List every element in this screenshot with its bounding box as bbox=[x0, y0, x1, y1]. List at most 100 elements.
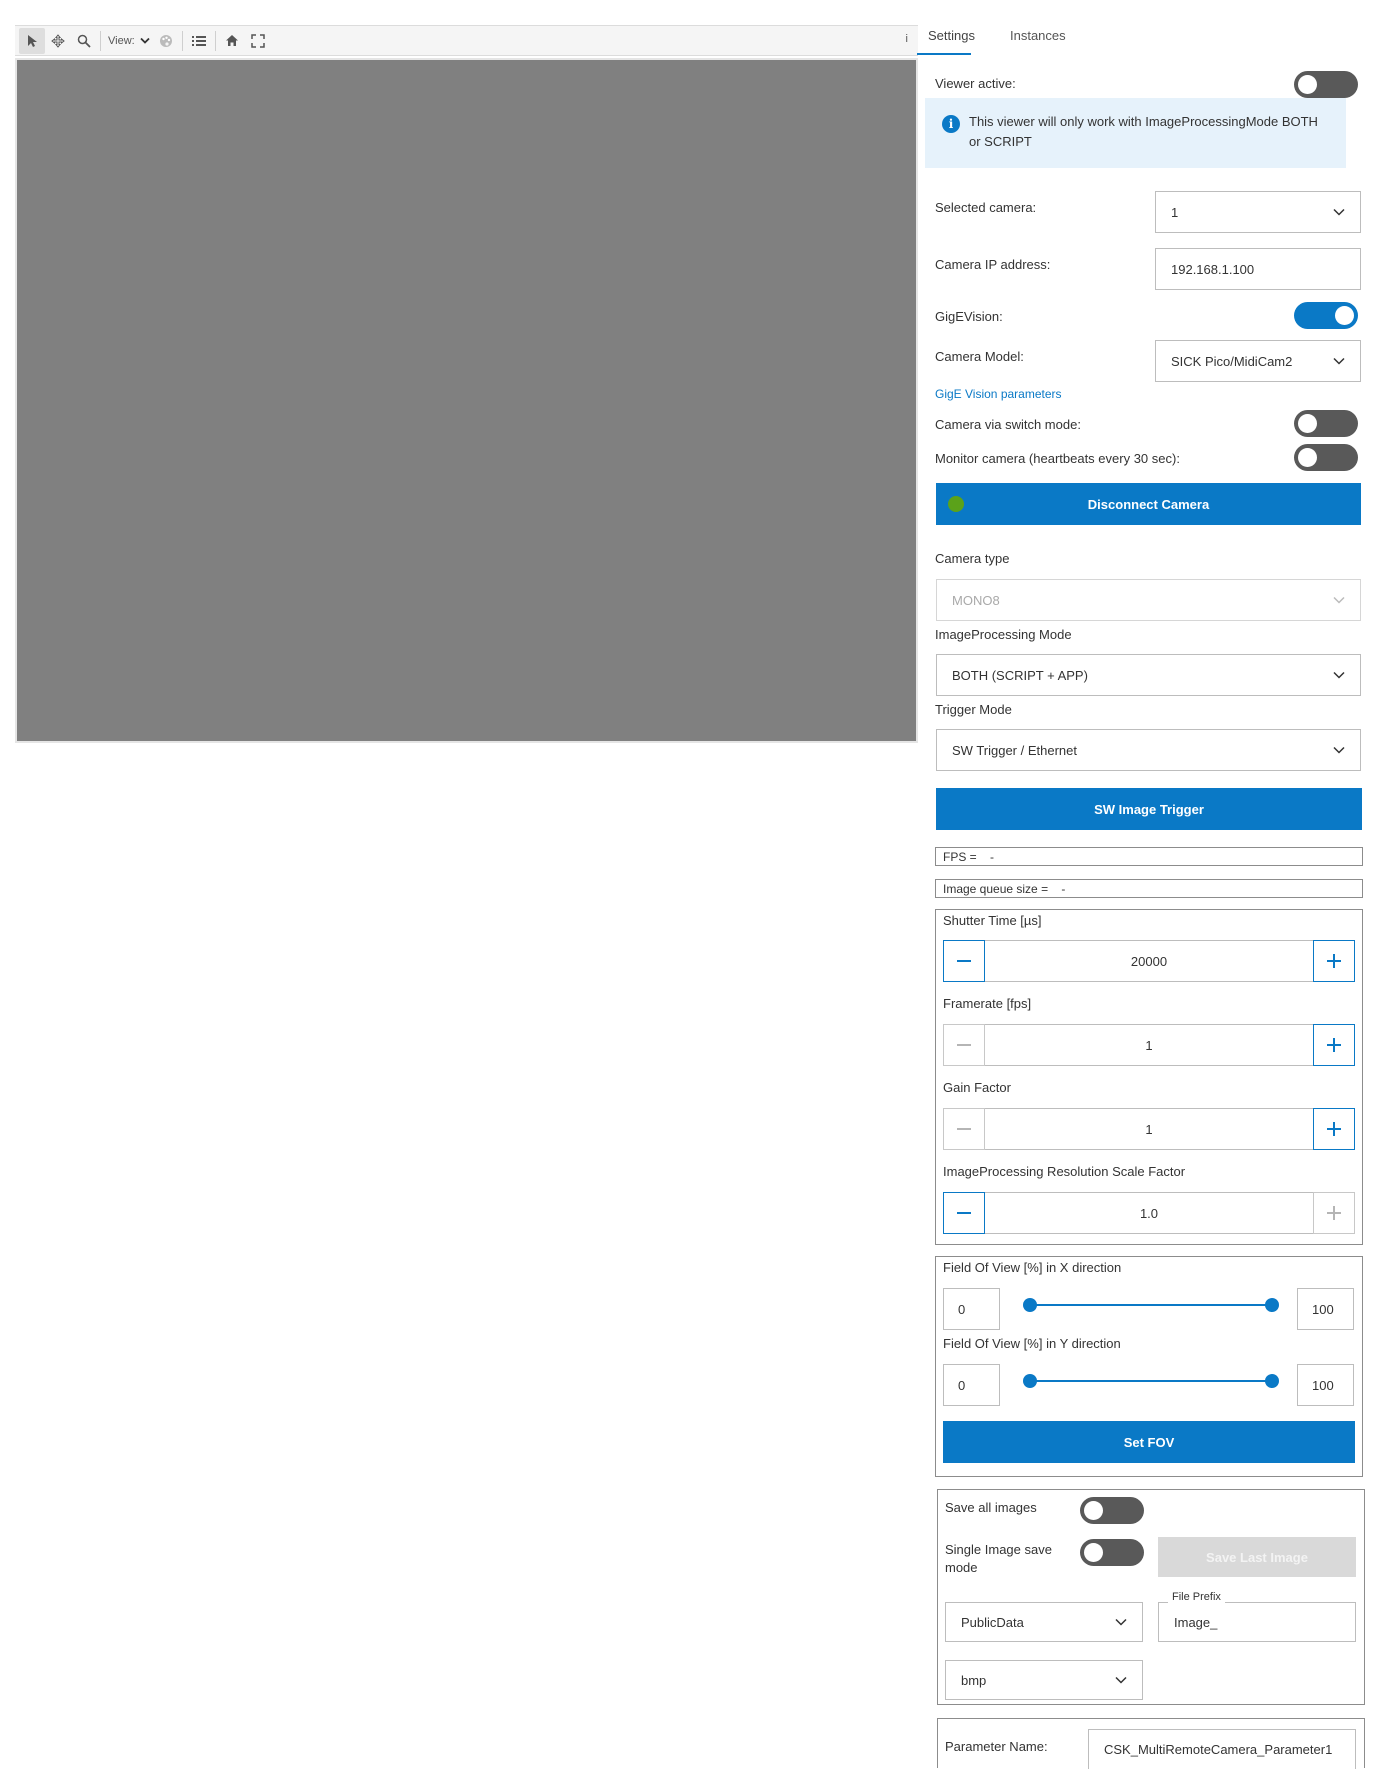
toolbar-divider bbox=[214, 30, 216, 51]
camera-ip-input[interactable]: 192.168.1.100 bbox=[1155, 248, 1361, 290]
selected-camera-value: 1 bbox=[1171, 204, 1179, 220]
disconnect-camera-button[interactable]: Disconnect Camera bbox=[936, 483, 1361, 525]
gain-factor-value[interactable]: 1 bbox=[985, 1108, 1313, 1150]
shutter-time-value[interactable]: 20000 bbox=[985, 940, 1313, 982]
save-all-images-toggle[interactable] bbox=[1080, 1497, 1144, 1524]
shutter-time-stepper: 20000 bbox=[943, 940, 1355, 982]
scale-factor-value[interactable]: 1.0 bbox=[985, 1192, 1313, 1234]
viewer-active-label: Viewer active: bbox=[935, 76, 1016, 91]
fov-x-min-input[interactable]: 0 bbox=[943, 1288, 1000, 1330]
camera-model-select[interactable]: SICK Pico/MidiCam2 bbox=[1155, 340, 1361, 382]
toggle-knob bbox=[1298, 448, 1317, 467]
fov-y-max-input[interactable]: 100 bbox=[1297, 1364, 1354, 1406]
gige-label: GigEVision: bbox=[935, 309, 1003, 324]
trigger-mode-label: Trigger Mode bbox=[935, 702, 1012, 717]
gain-increment-button[interactable] bbox=[1313, 1108, 1355, 1150]
switch-mode-label: Camera via switch mode: bbox=[935, 417, 1081, 432]
switch-mode-toggle[interactable] bbox=[1294, 410, 1358, 437]
toggle-knob bbox=[1298, 414, 1317, 433]
chevron-down-icon bbox=[1115, 1676, 1127, 1684]
disconnect-camera-label: Disconnect Camera bbox=[1087, 496, 1210, 512]
save-last-image-button[interactable]: Save Last Image bbox=[1158, 1537, 1356, 1577]
minus-icon bbox=[957, 1212, 971, 1214]
fov-x-max-handle[interactable] bbox=[1265, 1298, 1279, 1312]
toggle-knob bbox=[1084, 1501, 1103, 1520]
zoom-icon[interactable] bbox=[71, 28, 97, 54]
fov-y-min-handle[interactable] bbox=[1023, 1374, 1037, 1388]
save-all-images-label: Save all images bbox=[945, 1500, 1037, 1515]
connection-status-indicator bbox=[948, 496, 964, 512]
tab-active-indicator bbox=[917, 53, 971, 55]
sw-image-trigger-button[interactable]: SW Image Trigger bbox=[936, 788, 1362, 830]
info-banner: i This viewer will only work with ImageP… bbox=[925, 98, 1346, 168]
storage-location-select[interactable]: PublicData bbox=[945, 1602, 1143, 1642]
gige-toggle[interactable] bbox=[1294, 302, 1358, 329]
trigger-mode-select[interactable]: SW Trigger / Ethernet bbox=[936, 729, 1361, 771]
shutter-increment-button[interactable] bbox=[1313, 940, 1355, 982]
framerate-label: Framerate [fps] bbox=[943, 996, 1032, 1011]
list-icon[interactable] bbox=[186, 28, 212, 54]
scale-increment-button[interactable] bbox=[1313, 1192, 1355, 1234]
fov-x-label: Field Of View [%] in X direction bbox=[943, 1260, 1122, 1275]
framerate-increment-button[interactable] bbox=[1313, 1024, 1355, 1066]
fov-x-min-handle[interactable] bbox=[1023, 1298, 1037, 1312]
gain-factor-stepper: 1 bbox=[943, 1108, 1355, 1150]
shutter-decrement-button[interactable] bbox=[943, 940, 985, 982]
storage-location-value: PublicData bbox=[961, 1614, 1024, 1630]
tab-instances[interactable]: Instances bbox=[1010, 28, 1066, 43]
file-prefix-input[interactable]: Image_ bbox=[1158, 1602, 1356, 1642]
trigger-mode-value: SW Trigger / Ethernet bbox=[952, 742, 1077, 758]
framerate-stepper: 1 bbox=[943, 1024, 1355, 1066]
file-prefix-value: Image_ bbox=[1174, 1614, 1218, 1630]
single-image-save-toggle[interactable] bbox=[1080, 1539, 1144, 1566]
single-image-save-label: Single Image save mode bbox=[945, 1542, 1052, 1575]
plus-icon bbox=[1327, 1206, 1341, 1220]
minus-icon bbox=[957, 960, 971, 962]
camera-type-value: MONO8 bbox=[952, 592, 1000, 608]
fov-y-slider-track[interactable] bbox=[1030, 1380, 1272, 1382]
parameter-name-value: CSK_MultiRemoteCamera_Parameter1 bbox=[1104, 1742, 1333, 1757]
fov-y-min-input[interactable]: 0 bbox=[943, 1364, 1000, 1406]
image-viewer[interactable] bbox=[15, 58, 918, 743]
framerate-value[interactable]: 1 bbox=[985, 1024, 1313, 1066]
minus-icon bbox=[957, 1044, 971, 1046]
plus-icon bbox=[1327, 1122, 1341, 1136]
toolbar-divider bbox=[181, 30, 183, 51]
scale-factor-label: ImageProcessing Resolution Scale Factor bbox=[943, 1164, 1186, 1179]
chevron-down-icon bbox=[1333, 596, 1345, 604]
plus-icon bbox=[1327, 954, 1341, 968]
image-queue-readout: Image queue size = - bbox=[935, 879, 1363, 898]
info-toggle[interactable]: i bbox=[906, 33, 908, 45]
fov-y-max-handle[interactable] bbox=[1265, 1374, 1279, 1388]
palette-icon[interactable] bbox=[153, 28, 179, 54]
plus-icon bbox=[1327, 1038, 1341, 1052]
camera-ip-label: Camera IP address: bbox=[935, 257, 1051, 272]
ip-mode-select[interactable]: BOTH (SCRIPT + APP) bbox=[936, 654, 1361, 696]
fov-x-slider-track[interactable] bbox=[1030, 1304, 1272, 1306]
viewer-active-toggle[interactable] bbox=[1294, 71, 1358, 98]
chevron-down-icon bbox=[1115, 1618, 1127, 1626]
fov-x-max-input[interactable]: 100 bbox=[1297, 1288, 1354, 1330]
fullscreen-icon[interactable] bbox=[245, 28, 271, 54]
scale-decrement-button[interactable] bbox=[943, 1192, 985, 1234]
pointer-icon[interactable] bbox=[19, 27, 45, 54]
framerate-decrement-button[interactable] bbox=[943, 1024, 985, 1066]
pan-icon[interactable] bbox=[45, 28, 71, 54]
gige-parameters-link[interactable]: GigE Vision parameters bbox=[935, 387, 1062, 401]
home-icon[interactable] bbox=[219, 28, 245, 54]
camera-model-value: SICK Pico/MidiCam2 bbox=[1171, 353, 1293, 369]
monitor-camera-toggle[interactable] bbox=[1294, 444, 1358, 471]
ip-mode-label: ImageProcessing Mode bbox=[935, 627, 1072, 642]
view-label: View: bbox=[108, 34, 135, 47]
info-icon: i bbox=[942, 115, 960, 133]
image-format-select[interactable]: bmp bbox=[945, 1660, 1143, 1700]
tab-settings[interactable]: Settings bbox=[928, 28, 975, 43]
ip-mode-value: BOTH (SCRIPT + APP) bbox=[952, 667, 1088, 683]
parameter-name-input[interactable]: CSK_MultiRemoteCamera_Parameter1 bbox=[1088, 1729, 1356, 1769]
minus-icon bbox=[957, 1128, 971, 1130]
image-format-value: bmp bbox=[961, 1672, 987, 1688]
view-dropdown-chevron-icon[interactable] bbox=[137, 28, 153, 54]
set-fov-button[interactable]: Set FOV bbox=[943, 1421, 1355, 1463]
gain-decrement-button[interactable] bbox=[943, 1108, 985, 1150]
selected-camera-select[interactable]: 1 bbox=[1155, 191, 1361, 233]
